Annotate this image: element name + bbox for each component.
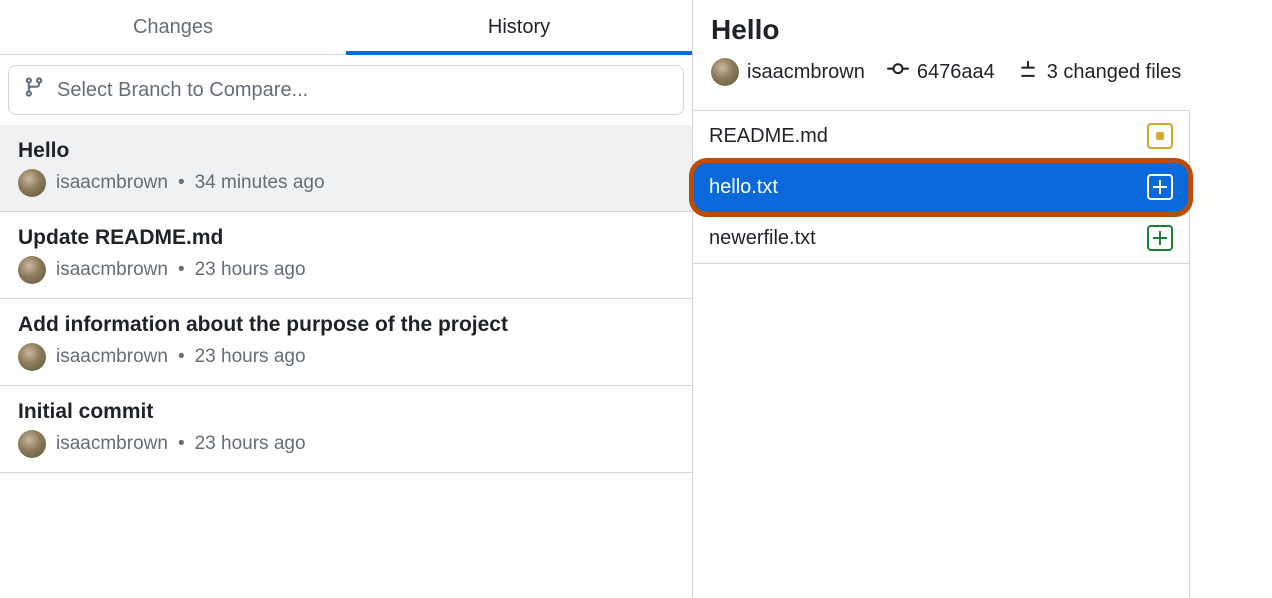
commit-detail-meta: isaacmbrown 6476aa4 — [711, 58, 1254, 86]
commit-item[interactable]: Initial commit isaacmbrown • 23 hours ag… — [0, 386, 692, 473]
branch-compare-placeholder: Select Branch to Compare... — [57, 79, 308, 102]
file-name: newerfile.txt — [709, 227, 816, 250]
changed-files-list: README.md hello.txt newerfile.txt — [693, 110, 1190, 598]
diff-added-icon — [1147, 225, 1173, 251]
file-row[interactable]: README.md — [693, 111, 1189, 162]
commit-detail-sha: 6476aa4 — [917, 61, 995, 84]
separator: • — [178, 346, 185, 368]
commit-detail-header: Hello isaacmbrown 6476aa4 — [693, 0, 1272, 100]
file-row[interactable]: hello.txt — [693, 162, 1189, 213]
right-panel: Hello isaacmbrown 6476aa4 — [693, 0, 1272, 598]
separator: • — [178, 172, 185, 194]
commit-time: 23 hours ago — [195, 259, 306, 281]
tab-history-label: History — [488, 16, 550, 39]
commit-time: 34 minutes ago — [195, 172, 325, 194]
commit-item[interactable]: Update README.md isaacmbrown • 23 hours … — [0, 212, 692, 299]
separator: • — [178, 433, 185, 455]
commit-title: Hello — [18, 139, 674, 163]
app-root: Changes History Select Branch to Compare… — [0, 0, 1272, 598]
tab-changes[interactable]: Changes — [0, 0, 346, 54]
commit-meta: isaacmbrown • 34 minutes ago — [18, 169, 674, 197]
diff-icon — [1017, 58, 1039, 86]
commit-item[interactable]: Add information about the purpose of the… — [0, 299, 692, 386]
author-group: isaacmbrown — [711, 58, 865, 86]
avatar-icon — [18, 256, 46, 284]
git-branch-icon — [23, 76, 45, 104]
changed-files-group[interactable]: 3 changed files — [1017, 58, 1182, 86]
separator: • — [178, 259, 185, 281]
avatar-icon — [18, 343, 46, 371]
commit-title: Initial commit — [18, 400, 674, 424]
commit-meta: isaacmbrown • 23 hours ago — [18, 343, 674, 371]
sha-group[interactable]: 6476aa4 — [887, 58, 995, 86]
commit-time: 23 hours ago — [195, 433, 306, 455]
commit-list: Hello isaacmbrown • 34 minutes ago Updat… — [0, 125, 692, 473]
tab-history[interactable]: History — [346, 0, 692, 54]
commit-title: Update README.md — [18, 226, 674, 250]
commit-author: isaacmbrown — [56, 346, 168, 368]
commit-time: 23 hours ago — [195, 346, 306, 368]
avatar-icon — [18, 169, 46, 197]
commit-author: isaacmbrown — [56, 172, 168, 194]
tab-changes-label: Changes — [133, 16, 213, 39]
tabs: Changes History — [0, 0, 692, 55]
commit-meta: isaacmbrown • 23 hours ago — [18, 256, 674, 284]
commit-detail-title: Hello — [711, 14, 1254, 46]
diff-modified-icon — [1147, 123, 1173, 149]
commit-item[interactable]: Hello isaacmbrown • 34 minutes ago — [0, 125, 692, 212]
file-name: README.md — [709, 125, 828, 148]
avatar-icon — [711, 58, 739, 86]
file-row[interactable]: newerfile.txt — [693, 213, 1189, 264]
diff-added-icon — [1147, 174, 1173, 200]
commit-meta: isaacmbrown • 23 hours ago — [18, 430, 674, 458]
commit-title: Add information about the purpose of the… — [18, 313, 674, 337]
commit-author: isaacmbrown — [56, 433, 168, 455]
commit-author: isaacmbrown — [56, 259, 168, 281]
left-panel: Changes History Select Branch to Compare… — [0, 0, 693, 598]
avatar-icon — [18, 430, 46, 458]
file-name: hello.txt — [709, 176, 778, 199]
changed-files-label: 3 changed files — [1047, 61, 1182, 84]
branch-compare-select[interactable]: Select Branch to Compare... — [8, 65, 684, 115]
commit-detail-author: isaacmbrown — [747, 61, 865, 84]
commit-sha-icon — [887, 58, 909, 86]
